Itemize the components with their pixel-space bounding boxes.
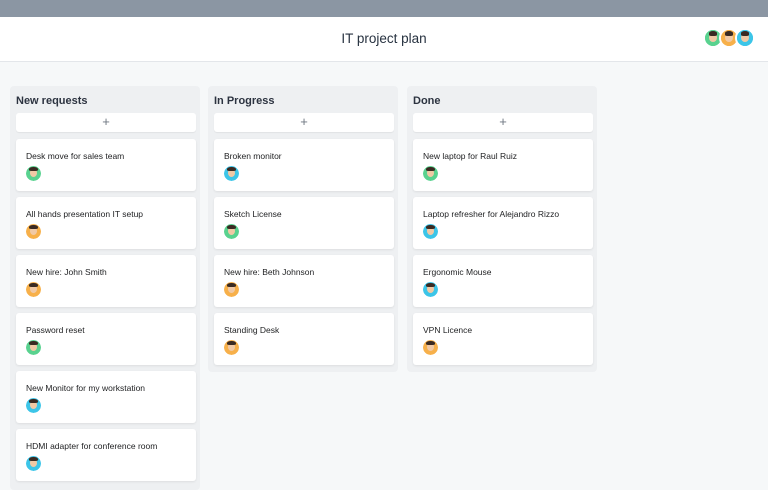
column-in-progress: In Progress + Broken monitor Sketch Lice… <box>208 86 398 372</box>
task-card[interactable]: New hire: Beth Johnson <box>214 255 394 307</box>
task-card[interactable]: New Monitor for my workstation <box>16 371 196 423</box>
assignee-avatar-icon[interactable] <box>224 224 239 239</box>
window-top-bar <box>0 0 768 17</box>
task-title: New hire: John Smith <box>26 267 107 277</box>
assignee-avatar-icon[interactable] <box>423 166 438 181</box>
task-card[interactable]: HDMI adapter for conference room <box>16 429 196 481</box>
assignee-avatar-icon[interactable] <box>26 224 41 239</box>
task-title: Sketch License <box>224 209 282 219</box>
assignee-avatar-icon[interactable] <box>26 456 41 471</box>
assignee-avatar-icon[interactable] <box>224 166 239 181</box>
member-avatar-icon[interactable] <box>735 28 755 48</box>
add-task-button[interactable]: + <box>214 113 394 132</box>
task-card[interactable]: Desk move for sales team <box>16 139 196 191</box>
project-title: IT project plan <box>341 31 427 46</box>
column-title: Done <box>413 95 441 107</box>
task-card[interactable]: Password reset <box>16 313 196 365</box>
task-card[interactable]: Broken monitor <box>214 139 394 191</box>
assignee-avatar-icon[interactable] <box>423 340 438 355</box>
add-task-button[interactable]: + <box>413 113 593 132</box>
assignee-avatar-icon[interactable] <box>224 282 239 297</box>
task-title: HDMI adapter for conference room <box>26 441 158 451</box>
task-title: Password reset <box>26 325 85 335</box>
project-header: IT project plan <box>0 17 768 62</box>
task-title: Ergonomic Mouse <box>423 267 492 277</box>
task-card[interactable]: Laptop refresher for Alejandro Rizzo <box>413 197 593 249</box>
column-done: Done + New laptop for Raul Ruiz Laptop r… <box>407 86 597 372</box>
column-new-requests: New requests + Desk move for sales team … <box>10 86 200 490</box>
assignee-avatar-icon[interactable] <box>26 166 41 181</box>
assignee-avatar-icon[interactable] <box>224 340 239 355</box>
assignee-avatar-icon[interactable] <box>26 398 41 413</box>
task-title: Standing Desk <box>224 325 280 335</box>
task-title: VPN Licence <box>423 325 473 335</box>
task-title: Desk move for sales team <box>26 151 125 161</box>
task-card[interactable]: Sketch License <box>214 197 394 249</box>
add-task-button[interactable]: + <box>16 113 196 132</box>
task-card[interactable]: New laptop for Raul Ruiz <box>413 139 593 191</box>
task-card[interactable]: Standing Desk <box>214 313 394 365</box>
task-title: Laptop refresher for Alejandro Rizzo <box>423 209 560 219</box>
task-title: All hands presentation IT setup <box>26 209 144 219</box>
user-avatar-icon <box>737 30 753 46</box>
assignee-avatar-icon[interactable] <box>423 282 438 297</box>
task-title: New laptop for Raul Ruiz <box>423 151 518 161</box>
task-card[interactable]: VPN Licence <box>413 313 593 365</box>
task-title: Broken monitor <box>224 151 282 161</box>
assignee-avatar-icon[interactable] <box>26 282 41 297</box>
assignee-avatar-icon[interactable] <box>26 340 41 355</box>
task-card[interactable]: Ergonomic Mouse <box>413 255 593 307</box>
column-title: In Progress <box>214 95 275 107</box>
task-title: New Monitor for my workstation <box>26 383 146 393</box>
task-title: New hire: Beth Johnson <box>224 267 315 277</box>
assignee-avatar-icon[interactable] <box>423 224 438 239</box>
task-card[interactable]: All hands presentation IT setup <box>16 197 196 249</box>
task-card[interactable]: New hire: John Smith <box>16 255 196 307</box>
column-title: New requests <box>16 95 88 107</box>
